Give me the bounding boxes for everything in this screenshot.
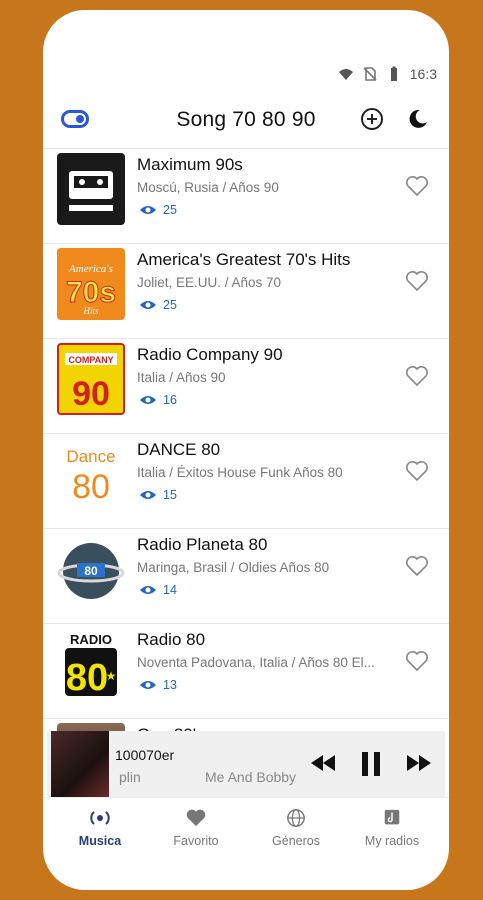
view-count-value: 25 (163, 298, 177, 312)
heart-icon[interactable] (405, 175, 429, 197)
fast-forward-icon[interactable] (405, 751, 433, 775)
station-logo: Dance 80 (57, 438, 125, 510)
station-location: Joliet, EE.UU. / Años 70 (137, 275, 282, 290)
svg-text:★: ★ (106, 669, 117, 683)
svg-text:80: 80 (84, 564, 98, 578)
svg-text:70s: 70s (66, 276, 116, 309)
rewind-icon[interactable] (309, 751, 337, 775)
app-toolbar: Song 70 80 90 (43, 94, 449, 146)
station-row[interactable]: 80 Radio Planeta 80 Maringa, Brasil / Ol… (43, 529, 449, 624)
eye-icon (140, 396, 156, 404)
station-name: DANCE 80 (137, 440, 221, 459)
station-row[interactable]: Maximum 90s Moscú, Rusia / Años 90 25 (43, 149, 449, 244)
nav-label: My radios (364, 834, 420, 848)
svg-text:Dance: Dance (66, 447, 115, 466)
station-row[interactable]: COMPANY 90 Radio Company 90 Italia / Año… (43, 339, 449, 434)
nav-label: Musica (78, 834, 122, 848)
station-logo: 80 (57, 533, 125, 605)
eye-icon (140, 491, 156, 499)
player-artist: plin (119, 769, 141, 785)
station-name: America's Greatest 70's Hits (137, 250, 351, 269)
add-button[interactable] (361, 108, 383, 130)
heart-icon[interactable] (405, 460, 429, 482)
heart-filled-icon (186, 809, 206, 827)
station-row[interactable]: Dance 80 DANCE 80 Italia / Éxitos House … (43, 434, 449, 529)
station-location: Italia / Éxitos House Funk Años 80 (137, 465, 343, 480)
svg-text:America's: America's (68, 263, 113, 275)
nav-my-radios[interactable]: My radios (347, 808, 437, 848)
station-logo (57, 153, 125, 225)
view-count-value: 25 (163, 203, 177, 217)
radio-waves-icon (90, 811, 110, 825)
wifi-icon (338, 69, 353, 80)
player-song: Me And Bobby (205, 769, 297, 785)
station-row[interactable]: America's 70s Hits America's Greatest 70… (43, 244, 449, 339)
app-title: Song 70 80 90 (176, 108, 316, 131)
svg-text:COMPANY: COMPANY (68, 355, 113, 365)
player-title: 100070er (115, 747, 175, 763)
view-count: 25 (139, 203, 177, 217)
station-name: Maximum 90s (137, 155, 243, 174)
status-bar: 16:3 (338, 62, 437, 86)
nav-label: Favorito (173, 834, 219, 848)
battery-icon (390, 66, 397, 81)
station-name: Radio Planeta 80 (137, 535, 268, 554)
bottom-navigation: Musica Favorito Géneros My radios (43, 797, 449, 867)
nav-favorito[interactable]: Favorito (151, 808, 241, 848)
station-logo: America's 70s Hits (57, 248, 125, 320)
station-name: Radio 80 (137, 630, 206, 649)
svg-text:80: 80 (72, 468, 110, 506)
view-count: 15 (139, 488, 177, 502)
phone-frame: 16:3 Song 70 80 90 Maximum 90s Moscú, Ru… (43, 10, 449, 890)
svg-text:80: 80 (66, 657, 108, 699)
svg-text:90: 90 (72, 375, 110, 413)
eye-icon (140, 206, 156, 214)
eye-icon (140, 681, 156, 689)
view-count: 16 (139, 393, 177, 407)
station-logo: RADIO 80 ★ (57, 628, 125, 700)
station-location: Italia / Años 90 (137, 370, 226, 385)
svg-text:RADIO: RADIO (70, 632, 112, 647)
heart-icon[interactable] (405, 650, 429, 672)
status-time: 16:3 (409, 66, 437, 82)
eye-icon (140, 586, 156, 594)
pause-icon[interactable] (359, 751, 383, 777)
music-library-icon (384, 809, 400, 825)
view-count-value: 16 (163, 393, 177, 407)
station-name: Radio Company 90 (137, 345, 283, 364)
station-logo: COMPANY 90 (57, 343, 125, 415)
view-count: 14 (139, 583, 177, 597)
globe-icon (287, 809, 305, 827)
view-count-value: 15 (163, 488, 177, 502)
station-location: Maringa, Brasil / Oldies Años 80 (137, 560, 330, 575)
svg-text:Hits: Hits (82, 306, 99, 316)
nav-label: Géneros (272, 834, 320, 848)
view-count: 25 (139, 298, 177, 312)
view-count: 13 (139, 678, 177, 692)
no-sim-icon (363, 67, 377, 81)
station-location: Moscú, Rusia / Años 90 (137, 180, 279, 195)
heart-icon[interactable] (405, 555, 429, 577)
heart-icon[interactable] (405, 270, 429, 292)
heart-icon[interactable] (405, 365, 429, 387)
mini-player[interactable]: 100070er plin Me And Bobby (47, 731, 445, 797)
eye-icon (140, 301, 156, 309)
album-cover (51, 731, 109, 797)
station-row[interactable]: RADIO 80 ★ Radio 80 Noventa Padovana, It… (43, 624, 449, 719)
moon-icon[interactable] (407, 108, 429, 130)
nav-generos[interactable]: Géneros (251, 808, 341, 848)
view-count-value: 14 (163, 583, 177, 597)
station-list[interactable]: Maximum 90s Moscú, Rusia / Años 90 25 Am… (43, 148, 449, 738)
station-location: Noventa Padovana, Italia / Años 80 El... (137, 655, 375, 670)
nav-musica[interactable]: Musica (55, 808, 145, 848)
view-count-value: 13 (163, 678, 177, 692)
